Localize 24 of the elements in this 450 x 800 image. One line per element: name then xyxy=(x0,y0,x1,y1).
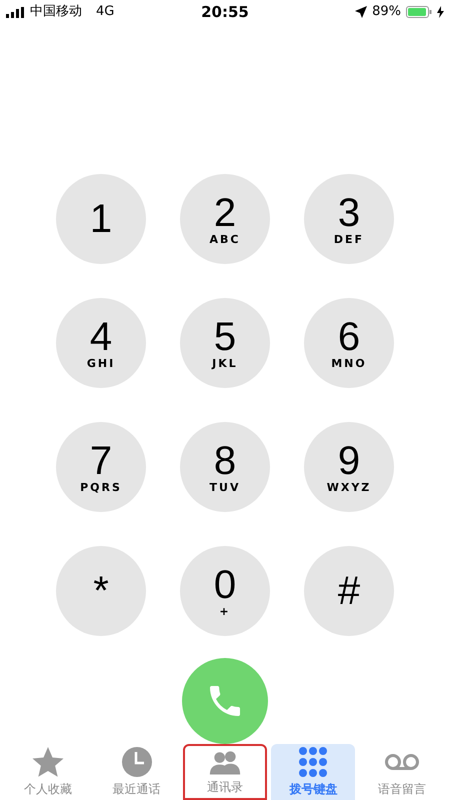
carrier-name: 中国移动 xyxy=(30,3,82,22)
dial-key[interactable]: 4 GHI xyxy=(56,298,146,388)
tab-button[interactable]: 个人收藏 xyxy=(6,744,90,800)
dial-key[interactable]: 5 JKL xyxy=(180,298,270,388)
dial-key[interactable]: 0 + xyxy=(180,546,270,636)
tab-button[interactable]: 通讯录 xyxy=(182,744,267,800)
dial-key[interactable]: 9 WXYZ xyxy=(304,422,394,512)
tab-button[interactable]: 最近通话 xyxy=(94,744,179,800)
dial-key[interactable]: 6 MNO xyxy=(304,298,394,388)
dial-key[interactable]: * xyxy=(56,546,146,636)
dial-key[interactable]: 3 DEF xyxy=(304,174,394,264)
dial-key[interactable]: # xyxy=(304,546,394,636)
dial-key[interactable]: 7 PQRS xyxy=(56,422,146,512)
location-icon xyxy=(355,6,368,18)
dial-key[interactable]: 2 ABC xyxy=(180,174,270,264)
dial-key[interactable]: 8 TUV xyxy=(180,422,270,512)
network-type: 4G xyxy=(96,3,114,22)
tab-button[interactable]: 语音留言 xyxy=(360,744,444,800)
signal-icon xyxy=(6,6,24,18)
battery-percent: 89% xyxy=(372,3,401,22)
dial-key[interactable]: 1 xyxy=(56,174,146,264)
charging-icon xyxy=(437,6,444,18)
battery-icon xyxy=(406,6,432,18)
status-time: 20:55 xyxy=(201,2,249,23)
